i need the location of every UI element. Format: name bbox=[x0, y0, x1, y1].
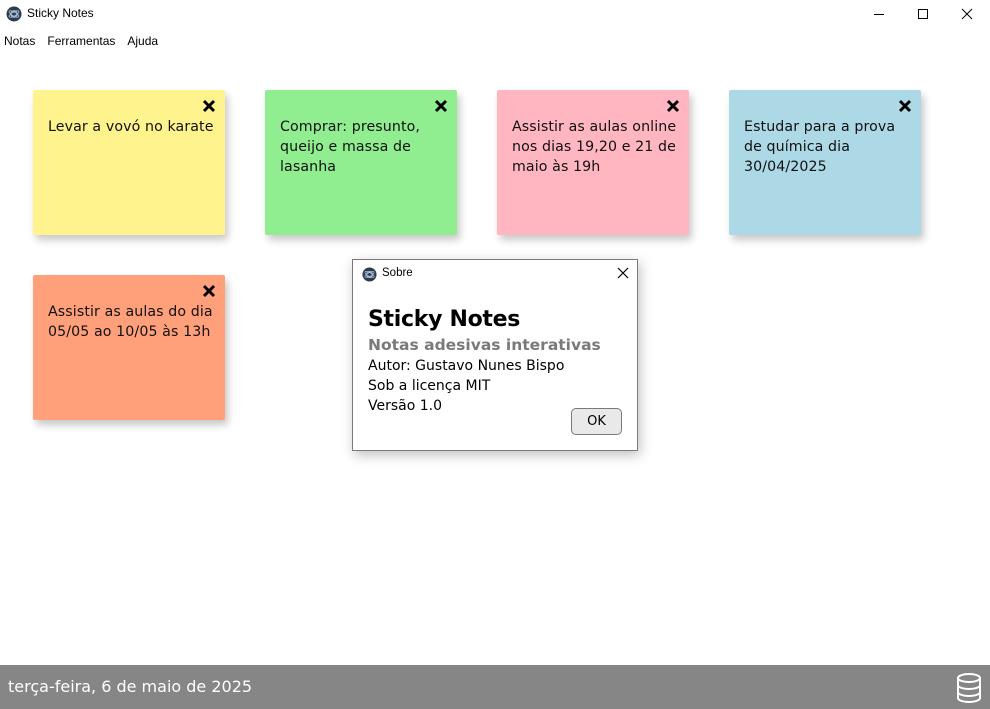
about-author: Autor: Gustavo Nunes Bispo bbox=[368, 358, 565, 374]
note-text[interactable]: Comprar: presunto, queijo e massa de las… bbox=[280, 117, 450, 177]
close-icon[interactable] bbox=[616, 266, 630, 280]
about-dialog: Sobre Sticky Notes Notas adesivas intera… bbox=[352, 259, 638, 451]
sticky-note[interactable]: Comprar: presunto, queijo e massa de las… bbox=[265, 90, 457, 235]
close-x-icon[interactable] bbox=[202, 284, 216, 298]
note-text[interactable]: Levar a vovó no karate bbox=[48, 117, 218, 137]
menu-bar: Notas Ferramentas Ajuda bbox=[0, 32, 166, 52]
title-bar: Sticky Notes bbox=[0, 0, 990, 28]
close-x-icon[interactable] bbox=[434, 99, 448, 113]
app-logo-icon bbox=[6, 6, 22, 22]
sticky-note[interactable]: Assistir as aulas do dia 05/05 ao 10/05 … bbox=[33, 275, 225, 420]
sticky-note[interactable]: Assistir as aulas online nos dias 19,20 … bbox=[497, 90, 689, 235]
sticky-note[interactable]: Estudar para a prova de química dia 30/0… bbox=[729, 90, 921, 235]
note-text[interactable]: Assistir as aulas online nos dias 19,20 … bbox=[512, 117, 682, 177]
about-subtitle: Notas adesivas interativas bbox=[368, 336, 601, 354]
note-text[interactable]: Estudar para a prova de química dia 30/0… bbox=[744, 117, 914, 177]
close-window-button[interactable] bbox=[944, 0, 990, 28]
sticky-note[interactable]: Levar a vovó no karate bbox=[33, 90, 225, 235]
window-title: Sticky Notes bbox=[27, 6, 94, 20]
minimize-button[interactable] bbox=[856, 0, 902, 28]
dialog-title: Sobre bbox=[382, 267, 413, 279]
maximize-icon bbox=[918, 9, 928, 19]
about-version: Versão 1.0 bbox=[368, 398, 443, 414]
ok-button[interactable]: OK bbox=[571, 408, 622, 435]
status-bar: terça-feira, 6 de maio de 2025 bbox=[0, 665, 990, 709]
menu-ajuda[interactable]: Ajuda bbox=[123, 32, 164, 52]
about-app-name: Sticky Notes bbox=[368, 307, 521, 332]
app-logo-icon bbox=[362, 267, 377, 282]
database-icon[interactable] bbox=[955, 672, 983, 704]
maximize-button[interactable] bbox=[900, 0, 946, 28]
close-icon bbox=[961, 8, 973, 20]
menu-notas[interactable]: Notas bbox=[0, 32, 41, 52]
close-x-icon[interactable] bbox=[898, 99, 912, 113]
app-window: Sticky Notes Notas Ferramentas Ajuda Lev… bbox=[0, 0, 990, 709]
close-x-icon[interactable] bbox=[202, 99, 216, 113]
about-license: Sob a licença MIT bbox=[368, 378, 491, 394]
close-x-icon[interactable] bbox=[666, 99, 680, 113]
note-text[interactable]: Assistir as aulas do dia 05/05 ao 10/05 … bbox=[48, 302, 218, 342]
menu-ferramentas[interactable]: Ferramentas bbox=[43, 32, 121, 52]
status-date: terça-feira, 6 de maio de 2025 bbox=[8, 677, 253, 696]
minimize-icon bbox=[874, 14, 884, 15]
